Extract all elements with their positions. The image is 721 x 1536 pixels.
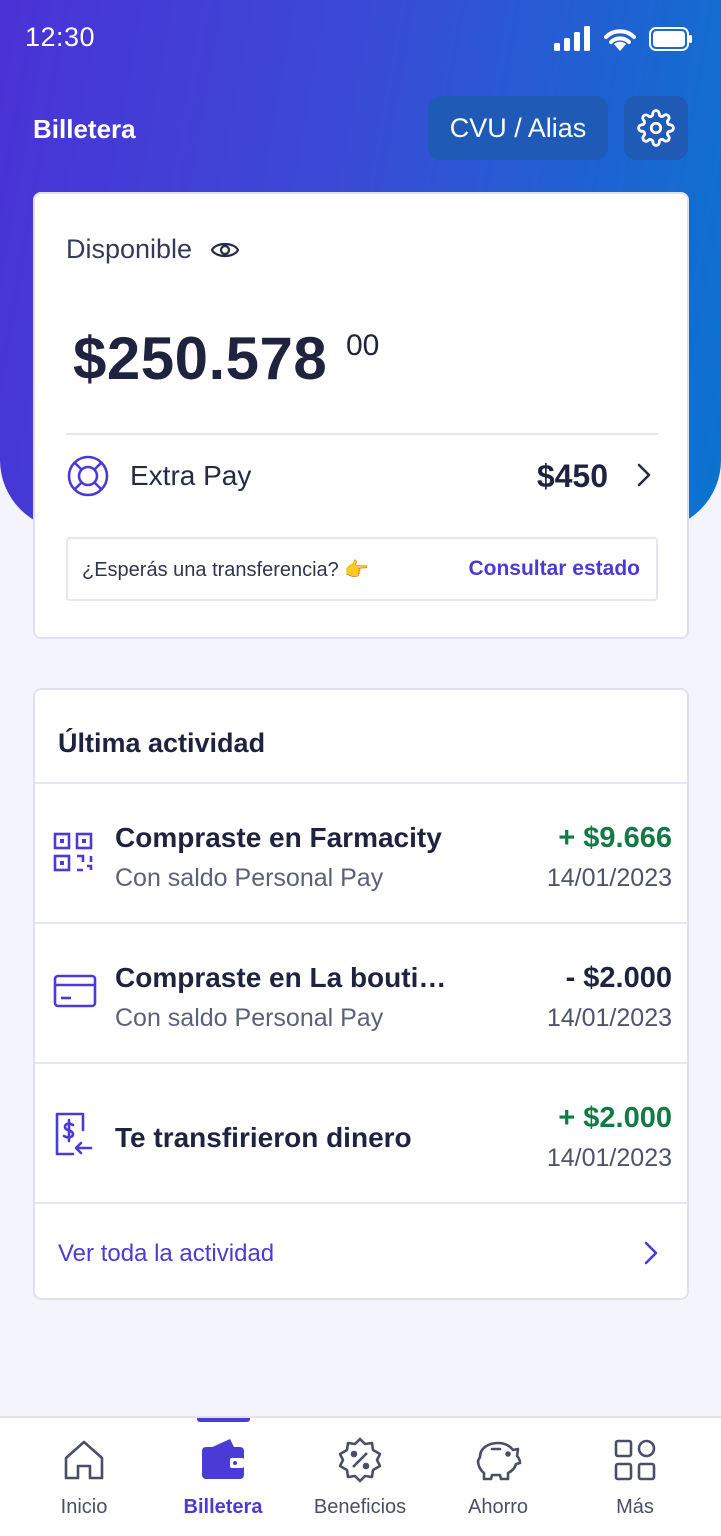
settings-button[interactable] bbox=[624, 96, 688, 160]
chevron-right-icon bbox=[637, 463, 651, 487]
available-row: Disponible bbox=[66, 234, 240, 265]
check-status-link[interactable]: Consultar estado bbox=[468, 557, 640, 581]
status-icons bbox=[553, 26, 693, 52]
nav-item-beneficios[interactable]: Beneficios bbox=[300, 1418, 420, 1536]
status-time: 12:30 bbox=[25, 22, 96, 52]
see-all-activity-link[interactable]: Ver toda la actividad bbox=[58, 1240, 274, 1268]
transfer-question: ¿Esperás una transferencia? 👉 bbox=[82, 559, 370, 581]
nav-item-billetera[interactable]: Billetera bbox=[163, 1418, 283, 1536]
activity-item-title: Compraste en La bouti… bbox=[115, 962, 447, 993]
piggy-bank-icon bbox=[476, 1441, 522, 1481]
chevron-right-icon[interactable] bbox=[643, 1240, 659, 1266]
activity-item[interactable]: Te transfirieron dinero + $2.000 14/01/2… bbox=[35, 1064, 687, 1202]
bottom-navigation: Inicio Billetera Beneficios Ahorro Más bbox=[0, 1416, 721, 1536]
activity-item-subtitle: Con saldo Personal Pay bbox=[115, 864, 384, 892]
activity-item-date: 14/01/2023 bbox=[546, 1004, 672, 1032]
credit-card-icon bbox=[53, 974, 97, 1008]
page-title: Billetera bbox=[33, 114, 136, 144]
nav-label: Más bbox=[616, 1496, 654, 1518]
nav-item-ahorro[interactable]: Ahorro bbox=[438, 1418, 558, 1536]
nav-item-inicio[interactable]: Inicio bbox=[24, 1418, 144, 1536]
signal-icon bbox=[554, 26, 590, 51]
balance-cents: 00 bbox=[346, 329, 380, 362]
discount-badge-icon bbox=[338, 1437, 382, 1483]
activity-item-amount: - $2.000 bbox=[565, 962, 672, 994]
nav-label: Inicio bbox=[60, 1496, 108, 1518]
activity-item[interactable]: Compraste en La bouti… Con saldo Persona… bbox=[35, 924, 687, 1062]
divider bbox=[66, 433, 658, 435]
transfer-status-box: ¿Esperás una transferencia? 👉 Consultar … bbox=[66, 537, 658, 601]
activity-item-date: 14/01/2023 bbox=[546, 1144, 672, 1172]
balance-amount: $250.578 bbox=[73, 325, 328, 392]
wallet-icon bbox=[202, 1439, 244, 1479]
activity-card: Última actividad Compraste en Farmacity … bbox=[33, 688, 689, 1300]
cvu-alias-button[interactable]: CVU / Alias bbox=[428, 96, 608, 160]
activity-title: Última actividad bbox=[58, 728, 266, 758]
extra-pay-label: Extra Pay bbox=[130, 460, 252, 491]
eye-icon[interactable] bbox=[210, 239, 240, 261]
activity-item[interactable]: Compraste en Farmacity Con saldo Persona… bbox=[35, 784, 687, 922]
divider bbox=[35, 1202, 687, 1204]
transfer-receive-icon bbox=[55, 1112, 93, 1156]
gear-icon bbox=[637, 109, 675, 147]
nav-label: Beneficios bbox=[313, 1496, 407, 1518]
activity-item-title: Te transfirieron dinero bbox=[115, 1122, 412, 1153]
extra-pay-row[interactable]: Extra Pay $450 bbox=[66, 452, 658, 502]
grid-icon bbox=[614, 1439, 656, 1481]
activity-item-amount: + $2.000 bbox=[558, 1102, 672, 1134]
qr-code-icon bbox=[53, 832, 93, 872]
home-icon bbox=[64, 1440, 104, 1480]
available-label: Disponible bbox=[66, 234, 193, 264]
lifebuoy-icon bbox=[67, 455, 109, 497]
battery-icon bbox=[649, 27, 692, 51]
activity-item-title: Compraste en Farmacity bbox=[115, 822, 442, 853]
wifi-icon bbox=[604, 29, 636, 51]
status-bar: 12:30 bbox=[0, 0, 721, 80]
nav-label: Ahorro bbox=[467, 1496, 529, 1518]
activity-item-amount: + $9.666 bbox=[558, 822, 672, 854]
balance-card: Disponible $250.578 00 Extra Pay $450 ¿E… bbox=[33, 192, 689, 639]
nav-item-mas[interactable]: Más bbox=[575, 1418, 695, 1536]
activity-item-date: 14/01/2023 bbox=[546, 864, 672, 892]
nav-label: Billetera bbox=[183, 1496, 263, 1518]
activity-item-subtitle: Con saldo Personal Pay bbox=[115, 1004, 384, 1032]
app-header: Billetera CVU / Alias bbox=[0, 96, 721, 160]
extra-pay-amount: $450 bbox=[536, 458, 608, 494]
